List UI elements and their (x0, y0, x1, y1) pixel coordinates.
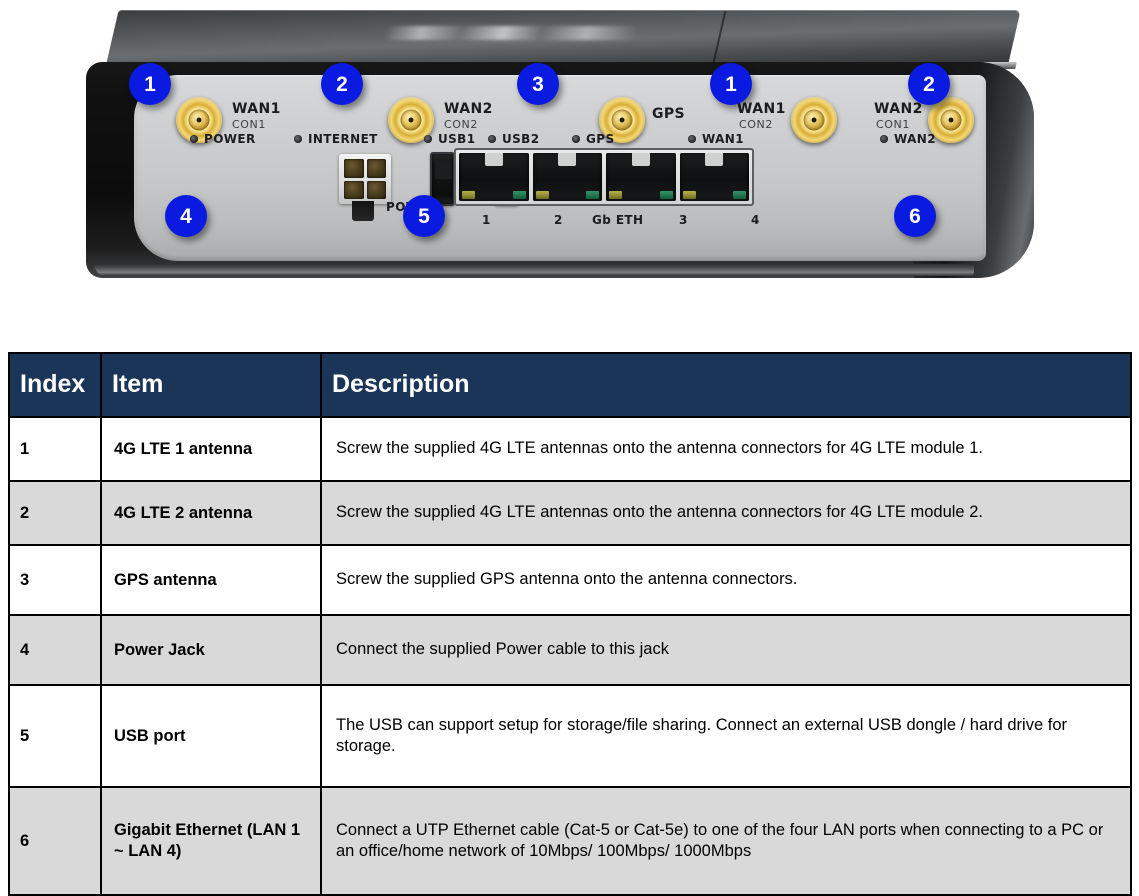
led-usb1 (424, 135, 432, 143)
rj45-led-green (512, 191, 526, 199)
cell-item: 4G LTE 2 antenna (100, 480, 322, 546)
label-eth-port-3: 3 (679, 213, 688, 227)
label-wan2-con2: WAN2 (444, 101, 493, 117)
cell-description: Screw the supplied GPS antenna onto the … (320, 544, 1132, 616)
label-wan1-con1-sub: CON1 (232, 118, 266, 131)
rj45-led-green (586, 191, 599, 199)
label-led-usb1: USB1 (438, 132, 476, 146)
router-front-bezel: WAN1 CON1 WAN2 CON2 GPS WAN1 CON2 WAN2 C… (86, 62, 1034, 278)
cell-item: Gigabit Ethernet (LAN 1 ~ LAN 4) (100, 786, 322, 896)
callout-badge-1-right: 1 (710, 63, 752, 105)
power-jack-tab (352, 201, 374, 221)
cell-index: 1 (8, 416, 102, 482)
rj45-port-2 (532, 153, 602, 201)
led-wan1 (688, 135, 696, 143)
label-wan1-con2-sub: CON2 (739, 118, 773, 131)
led-power (190, 135, 198, 143)
cell-index: 5 (8, 684, 102, 788)
sma-connector-wan1-con2 (791, 97, 837, 143)
label-led-internet: INTERNET (308, 132, 378, 146)
rj45-led-green (733, 191, 746, 199)
callout-badge-6: 6 (894, 195, 936, 237)
label-led-wan2: WAN2 (894, 132, 936, 146)
cell-description: Screw the supplied 4G LTE antennas onto … (320, 480, 1132, 546)
table-row: 6 Gigabit Ethernet (LAN 1 ~ LAN 4) Conne… (8, 786, 1132, 896)
header-index: Index (8, 352, 102, 418)
table-header-row: Index Item Description (8, 352, 1132, 418)
label-eth-port-4: 4 (751, 213, 760, 227)
bezel-bottom-lip (94, 264, 974, 276)
rj45-led-amber (462, 191, 475, 199)
led-wan2 (880, 135, 888, 143)
cell-index: 3 (8, 544, 102, 616)
table-row: 1 4G LTE 1 antenna Screw the supplied 4G… (8, 416, 1132, 482)
cell-index: 6 (8, 786, 102, 896)
cell-description: Connect a UTP Ethernet cable (Cat-5 or C… (320, 786, 1132, 896)
power-pin (366, 159, 386, 178)
label-eth-port-1: 1 (482, 213, 491, 227)
power-pin (344, 159, 364, 178)
label-gps-connector: GPS (652, 106, 686, 122)
table-row: 2 4G LTE 2 antenna Screw the supplied 4G… (8, 480, 1132, 546)
label-wan2-con1-sub: CON1 (876, 118, 910, 131)
cell-item: Power Jack (100, 614, 322, 686)
cell-item: GPS antenna (100, 544, 322, 616)
led-internet (294, 135, 302, 143)
rj45-port-1 (459, 153, 529, 201)
io-faceplate: WAN1 CON1 WAN2 CON2 GPS WAN1 CON2 WAN2 C… (134, 75, 986, 261)
label-led-gps: GPS (586, 132, 615, 146)
header-item: Item (100, 352, 322, 418)
cell-description: Connect the supplied Power cable to this… (320, 614, 1132, 686)
table-row: 4 Power Jack Connect the supplied Power … (8, 614, 1132, 686)
router-chassis: WAN1 CON1 WAN2 CON2 GPS WAN1 CON2 WAN2 C… (86, 10, 1046, 278)
cell-item: 4G LTE 1 antenna (100, 416, 322, 482)
header-description: Description (320, 352, 1132, 418)
product-photo: WAN1 CON1 WAN2 CON2 GPS WAN1 CON2 WAN2 C… (0, 0, 1139, 330)
cell-description: Screw the supplied 4G LTE antennas onto … (320, 416, 1132, 482)
callout-badge-5: 5 (403, 195, 445, 237)
callout-badge-2-right: 2 (908, 63, 950, 105)
callout-badge-3: 3 (517, 63, 559, 105)
led-usb2 (488, 135, 496, 143)
rj45-led-amber (535, 191, 549, 199)
port-description-table: Index Item Description 1 4G LTE 1 antenn… (8, 352, 1132, 896)
callout-badge-1-left: 1 (129, 63, 171, 105)
label-led-power: POWER (204, 132, 256, 146)
label-wan2-con2-sub: CON2 (444, 118, 478, 131)
rj45-port-3 (606, 153, 676, 201)
cell-item: USB port (100, 684, 322, 788)
power-pin (366, 180, 386, 199)
label-led-usb2: USB2 (502, 132, 540, 146)
label-wan2-con1: WAN2 (874, 101, 923, 117)
label-wan1-con2: WAN1 (737, 101, 786, 117)
led-gps (572, 135, 580, 143)
cell-description: The USB can support setup for storage/fi… (320, 684, 1132, 788)
rj45-port-4 (679, 153, 749, 201)
callout-badge-4: 4 (165, 195, 207, 237)
cell-index: 2 (8, 480, 102, 546)
power-jack (339, 154, 391, 204)
label-wan1-con1: WAN1 (232, 101, 281, 117)
rj45-led-green (659, 191, 673, 199)
table-row: 5 USB port The USB can support setup for… (8, 684, 1132, 788)
brand-logo (384, 26, 638, 40)
gigabit-ethernet-block (454, 148, 754, 206)
rj45-led-amber (609, 191, 622, 199)
table-row: 3 GPS antenna Screw the supplied GPS ant… (8, 544, 1132, 616)
label-eth-port-2: 2 (554, 213, 563, 227)
power-pin (344, 180, 364, 199)
label-gb-eth: Gb ETH (592, 213, 644, 227)
label-led-wan1: WAN1 (702, 132, 744, 146)
callout-badge-2-left: 2 (321, 63, 363, 105)
cell-index: 4 (8, 614, 102, 686)
rj45-led-amber (682, 191, 696, 199)
